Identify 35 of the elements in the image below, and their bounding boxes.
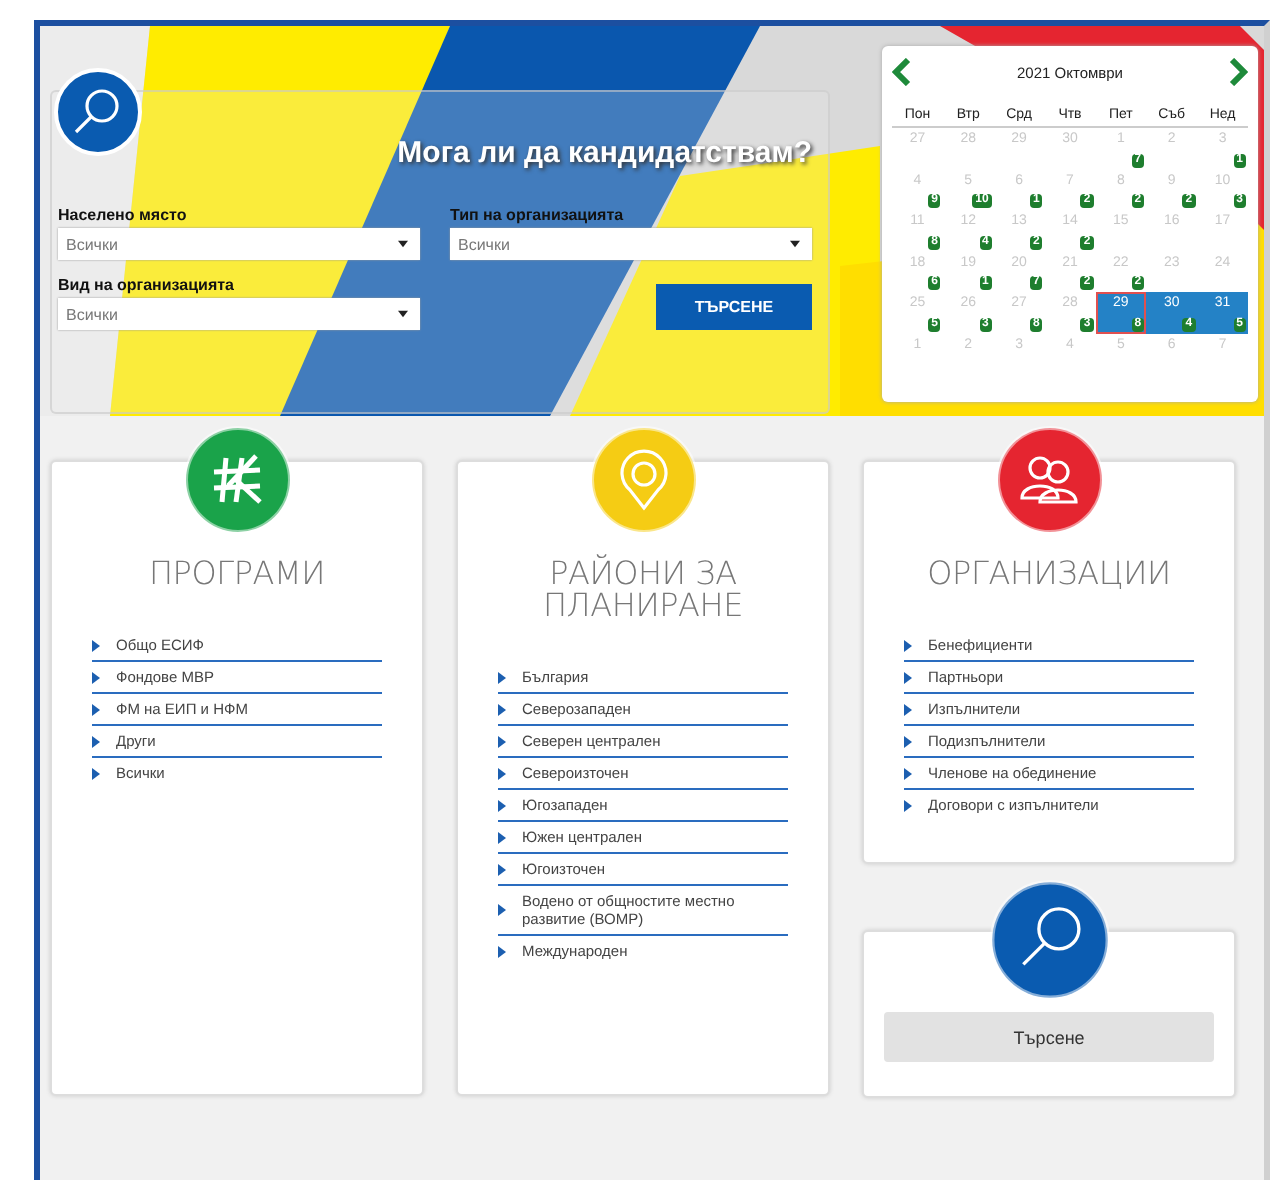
search-button[interactable]: Търсене <box>884 1012 1214 1062</box>
search-icon <box>54 68 142 156</box>
chevron-left-icon[interactable] <box>892 58 912 86</box>
bullet-icon <box>904 799 912 811</box>
bullet-icon <box>498 863 506 875</box>
search-button[interactable]: ТЪРСЕНЕ <box>656 284 812 330</box>
bullet-icon <box>498 671 506 683</box>
bullet-icon <box>92 671 100 683</box>
bullet-icon <box>92 703 100 715</box>
bullet-icon <box>92 639 100 651</box>
chevron-right-icon[interactable] <box>1228 58 1248 86</box>
caret-icon <box>790 240 800 248</box>
card-title: РАЙОНИ ЗА ПЛАНИРАНЕ <box>540 558 746 622</box>
bullet-icon <box>904 767 912 779</box>
bullet-icon <box>92 735 100 747</box>
dropdown[interactable]: Всички <box>58 228 420 260</box>
bullet-icon <box>904 735 912 747</box>
bullet-icon <box>498 735 506 747</box>
bullet-icon <box>498 945 506 957</box>
caret-icon <box>398 240 408 248</box>
bullet-icon <box>904 639 912 651</box>
field-label: Тип на организацията <box>450 206 626 224</box>
bullet-icon <box>498 767 506 779</box>
caret-icon <box>398 310 408 318</box>
bullet-icon <box>904 703 912 715</box>
bullet-icon <box>498 904 506 916</box>
bullet-icon <box>92 767 100 779</box>
card-title: ОРГАНИЗАЦИИ <box>927 558 1171 590</box>
card-title: ПРОГРАМИ <box>148 558 326 590</box>
dropdown[interactable]: Всички <box>450 228 812 260</box>
bullet-icon <box>498 831 506 843</box>
bullet-icon <box>498 703 506 715</box>
dropdown[interactable]: Всички <box>58 298 420 330</box>
bullet-icon <box>498 799 506 811</box>
bullet-icon <box>904 671 912 683</box>
